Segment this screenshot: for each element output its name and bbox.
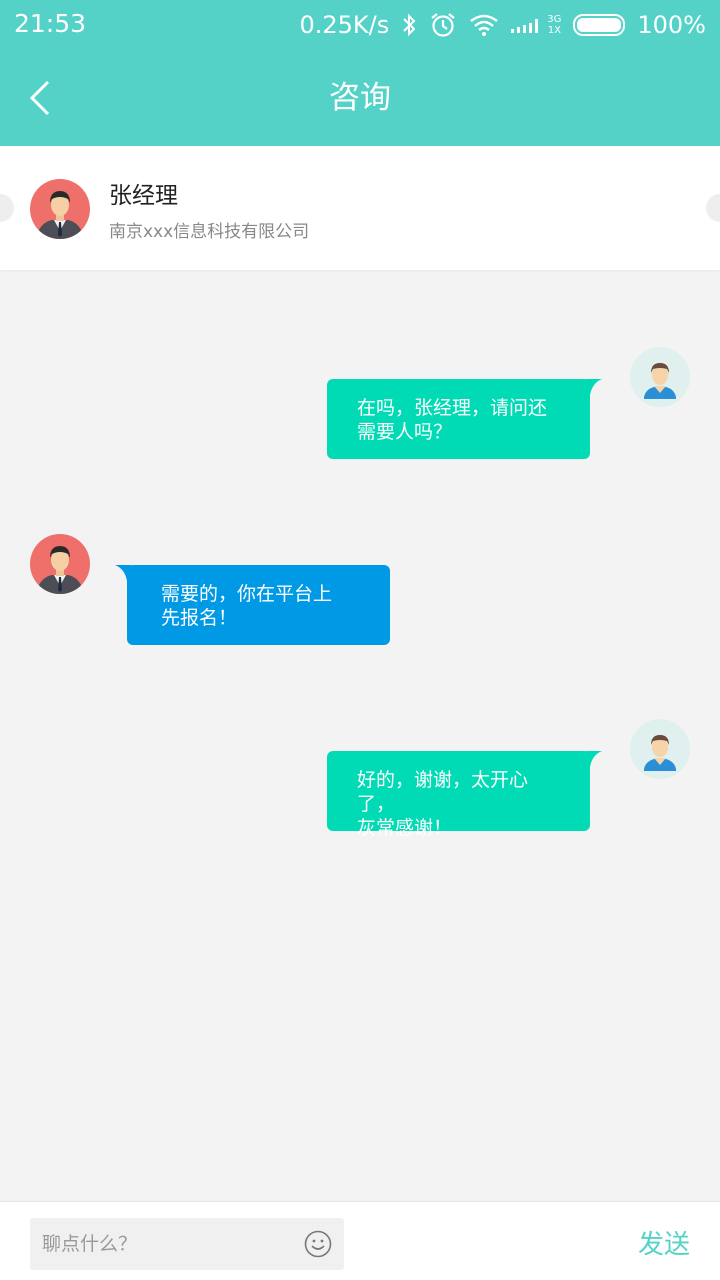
signal-icon xyxy=(511,19,539,33)
message-line: 好的，谢谢，太开心了， xyxy=(357,769,529,815)
user-avatar[interactable] xyxy=(630,347,690,407)
message-input-container[interactable] xyxy=(30,1218,344,1270)
alarm-icon xyxy=(431,13,455,37)
card-notch-right xyxy=(706,194,720,222)
status-time: 21:53 xyxy=(14,9,87,38)
send-button[interactable]: 发送 xyxy=(638,1224,690,1261)
wifi-icon xyxy=(470,14,499,36)
card-notch-left xyxy=(0,194,14,222)
user-avatar[interactable] xyxy=(630,719,690,779)
message-input-bar: 发送 xyxy=(0,1201,720,1280)
bluetooth-icon xyxy=(403,13,416,37)
contact-name: 张经理 xyxy=(109,183,178,209)
network-type-bottom: 1X xyxy=(547,25,561,36)
bubble-tail xyxy=(115,565,131,581)
bubble-tail xyxy=(586,379,602,395)
bubble-tail xyxy=(586,751,602,767)
app-header: 21:53 0.25K/s 3G 1X 100% 咨询 xyxy=(0,0,720,146)
message-line: 需要的，你在平台上 xyxy=(161,583,333,605)
message-bubble-sent[interactable]: 好的，谢谢，太开心了， 灰常感谢！ xyxy=(327,751,602,839)
net-speed: 0.25K/s xyxy=(299,11,390,39)
network-type: 3G 1X xyxy=(547,14,561,36)
contact-avatar[interactable] xyxy=(30,534,90,594)
message-line: 灰常感谢！ xyxy=(357,817,453,839)
status-icons: 0.25K/s 3G 1X 100% xyxy=(299,9,706,41)
message-line: 需要人吗？ xyxy=(357,421,453,443)
contact-company: 南京xxx信息科技有限公司 xyxy=(109,222,310,242)
battery-level: 100% xyxy=(637,11,706,39)
battery-icon xyxy=(573,14,626,36)
page-title: 咨询 xyxy=(329,80,391,116)
contact-card[interactable]: 张经理 南京xxx信息科技有限公司 xyxy=(0,146,720,270)
message-input[interactable] xyxy=(30,1218,290,1270)
emoji-icon[interactable] xyxy=(304,1230,332,1258)
contact-avatar xyxy=(30,179,90,239)
network-type-top: 3G xyxy=(547,14,562,25)
status-bar: 21:53 0.25K/s 3G 1X 100% xyxy=(0,0,720,50)
message-line: 在吗，张经理，请问还 xyxy=(357,397,548,419)
message-bubble-received[interactable]: 需要的，你在平台上 先报名！ xyxy=(115,565,390,645)
message-line: 先报名！ xyxy=(161,607,238,629)
message-bubble-sent[interactable]: 在吗，张经理，请问还 需要人吗？ xyxy=(327,379,602,459)
